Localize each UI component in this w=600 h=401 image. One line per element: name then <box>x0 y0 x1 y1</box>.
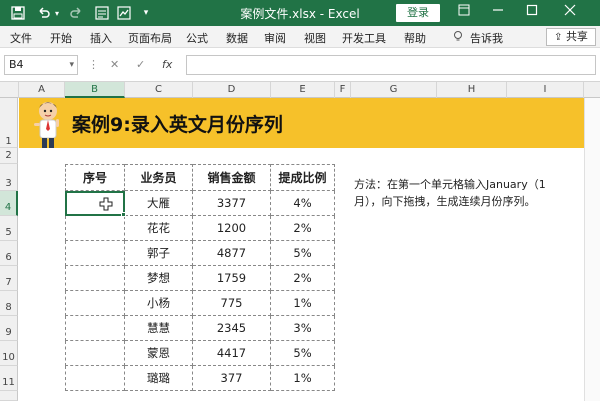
table-cell-amount[interactable]: 3377 <box>193 191 271 216</box>
title-bar: ▾ ▾ 案例文件.xlsx - Excel 登录 <box>0 0 600 26</box>
formula-input[interactable] <box>186 55 596 75</box>
table-cell-name[interactable]: 郭子 <box>125 241 193 266</box>
table-cell-amount[interactable]: 4877 <box>193 241 271 266</box>
tab-insert[interactable]: 插入 <box>90 30 112 46</box>
chevron-down-icon[interactable]: ▾ <box>69 56 74 74</box>
tab-data[interactable]: 数据 <box>226 30 248 46</box>
minimize-icon[interactable] <box>488 3 508 23</box>
table-cell-rate[interactable]: 2% <box>271 266 335 291</box>
table-cell-index[interactable] <box>65 291 125 316</box>
row-header-5[interactable]: 5 <box>0 216 18 241</box>
table-cell-rate[interactable]: 2% <box>271 216 335 241</box>
column-headers: A B C D E F G H I <box>0 82 600 98</box>
active-cell-selection[interactable] <box>65 191 125 216</box>
cancel-icon[interactable]: ✕ <box>110 58 119 71</box>
table-cell-rate[interactable]: 3% <box>271 316 335 341</box>
table-header-commission-rate[interactable]: 提成比例 <box>271 164 335 191</box>
tab-formulas[interactable]: 公式 <box>186 30 208 46</box>
column-header-d[interactable]: D <box>193 82 271 98</box>
method-note-line2: 月），向下拖拽，生成连续月份序列。 <box>354 195 536 208</box>
table-cell-index[interactable] <box>65 366 125 391</box>
row-header-12[interactable] <box>0 391 18 401</box>
table-cell-amount[interactable]: 1200 <box>193 216 271 241</box>
column-header-h[interactable]: H <box>437 82 507 98</box>
method-note: 方法：在第一个单元格输入January（1 月），向下拖拽，生成连续月份序列。 <box>354 176 554 210</box>
cell-cursor-icon <box>99 197 113 211</box>
close-icon[interactable] <box>560 3 580 23</box>
select-all-corner[interactable] <box>0 82 19 98</box>
table-cell-amount[interactable]: 775 <box>193 291 271 316</box>
table-cell-name[interactable]: 蒙恩 <box>125 341 193 366</box>
column-header-i[interactable]: I <box>507 82 584 98</box>
function-icon[interactable]: fx <box>162 58 172 71</box>
table-cell-rate[interactable]: 1% <box>271 366 335 391</box>
formula-bar: B4 ▾ ⋮ ✕ ✓ fx <box>0 48 600 82</box>
table-cell-amount[interactable]: 377 <box>193 366 271 391</box>
tell-me-search[interactable]: 告诉我 <box>470 30 503 46</box>
enter-icon[interactable]: ✓ <box>136 58 145 71</box>
tab-developer[interactable]: 开发工具 <box>342 30 386 46</box>
table-cell-amount[interactable]: 1759 <box>193 266 271 291</box>
column-header-f[interactable]: F <box>335 82 351 98</box>
row-header-8[interactable]: 8 <box>0 291 18 316</box>
table-cell-rate[interactable]: 4% <box>271 191 335 216</box>
row-header-4[interactable]: 4 <box>0 191 18 216</box>
row-header-9[interactable]: 9 <box>0 316 18 341</box>
column-header-b[interactable]: B <box>65 82 125 98</box>
column-header-c[interactable]: C <box>125 82 193 98</box>
table-cell-amount[interactable]: 2345 <box>193 316 271 341</box>
ribbon-tabs: 文件 开始 插入 页面布局 公式 数据 审阅 视图 开发工具 帮助 告诉我 ⇪ … <box>0 26 600 48</box>
column-header-a[interactable]: A <box>19 82 65 98</box>
name-box[interactable]: B4 ▾ <box>4 55 78 75</box>
table-header-sales-amount[interactable]: 销售金额 <box>193 164 271 191</box>
row-header-2[interactable]: 2 <box>0 148 18 164</box>
table-cell-name[interactable]: 小杨 <box>125 291 193 316</box>
row-header-3[interactable]: 3 <box>0 164 18 191</box>
table-cell-index[interactable] <box>65 316 125 341</box>
tab-file[interactable]: 文件 <box>10 30 32 46</box>
method-note-line1: 方法：在第一个单元格输入January（1 <box>354 178 546 191</box>
mascot-icon <box>34 102 59 150</box>
fill-handle[interactable] <box>121 212 126 217</box>
tab-view[interactable]: 视图 <box>304 30 326 46</box>
column-header-e[interactable]: E <box>271 82 335 98</box>
banner-title: 案例9:录入英文月份序列 <box>72 114 283 136</box>
more-options-icon: ⋮ <box>88 58 99 71</box>
share-label: 共享 <box>565 30 588 43</box>
login-button[interactable]: 登录 <box>396 4 440 22</box>
row-header-7[interactable]: 7 <box>0 266 18 291</box>
name-box-value: B4 <box>9 58 24 71</box>
table-cell-rate[interactable]: 5% <box>271 241 335 266</box>
table-header-salesperson[interactable]: 业务员 <box>125 164 193 191</box>
row-header-10[interactable]: 10 <box>0 341 18 366</box>
ribbon-display-icon[interactable] <box>454 3 474 23</box>
table-cell-name[interactable]: 梦想 <box>125 266 193 291</box>
table-cell-name[interactable]: 大雁 <box>125 191 193 216</box>
restore-icon[interactable] <box>522 3 542 23</box>
table-cell-amount[interactable]: 4417 <box>193 341 271 366</box>
vertical-scrollbar[interactable] <box>584 98 600 401</box>
table-cell-name[interactable]: 璐璐 <box>125 366 193 391</box>
table-cell-rate[interactable]: 5% <box>271 341 335 366</box>
tab-help[interactable]: 帮助 <box>404 30 426 46</box>
table-cell-index[interactable] <box>65 241 125 266</box>
window-title: 案例文件.xlsx - Excel <box>240 7 360 21</box>
row-header-6[interactable]: 6 <box>0 241 18 266</box>
table-cell-name[interactable]: 慧慧 <box>125 316 193 341</box>
table-cell-index[interactable] <box>65 341 125 366</box>
column-header-g[interactable]: G <box>351 82 437 98</box>
table-cell-index[interactable] <box>65 266 125 291</box>
tab-home[interactable]: 开始 <box>50 30 72 46</box>
share-button[interactable]: ⇪ 共享 <box>546 28 596 46</box>
row-header-1[interactable]: 1 <box>0 98 18 148</box>
table-cell-rate[interactable]: 1% <box>271 291 335 316</box>
table-header-index[interactable]: 序号 <box>65 164 125 191</box>
table-cell-index[interactable] <box>65 216 125 241</box>
lightbulb-icon[interactable] <box>452 30 464 45</box>
table-cell-name[interactable]: 花花 <box>125 216 193 241</box>
tab-review[interactable]: 审阅 <box>264 30 286 46</box>
tab-page-layout[interactable]: 页面布局 <box>128 30 172 46</box>
share-icon: ⇪ <box>554 32 563 43</box>
row-header-11[interactable]: 11 <box>0 366 18 391</box>
